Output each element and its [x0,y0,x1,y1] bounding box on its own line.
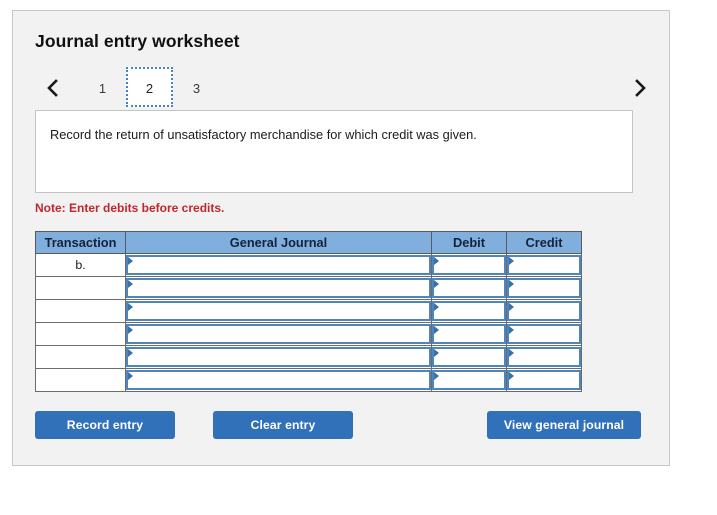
general-journal-input-5[interactable] [126,370,431,390]
debit-input-4[interactable] [432,347,506,367]
table-header-row: Transaction General Journal Debit Credit [35,231,582,254]
transaction-label [35,276,126,300]
credit-cell [506,299,582,323]
instruction-text: Record the return of unsatisfactory merc… [50,127,477,142]
credit-input-3[interactable] [507,324,581,344]
transaction-label: b. [35,253,126,277]
pagination-bar: 1 2 3 [31,67,653,107]
debit-input-3[interactable] [432,324,506,344]
general-journal-cell [125,253,432,277]
debit-cell [431,299,507,323]
general-journal-input-4[interactable] [126,347,431,367]
debit-cell [431,276,507,300]
credit-input-0[interactable] [507,255,581,275]
debit-input-2[interactable] [432,301,506,321]
transaction-label [35,322,126,346]
general-journal-cell [125,276,432,300]
journal-entry-table: Transaction General Journal Debit Credit… [35,231,582,392]
general-journal-cell [125,322,432,346]
dropdown-marker-icon [434,303,439,311]
debit-input-0[interactable] [432,255,506,275]
table-row: b. [35,253,582,277]
debit-cell [431,368,507,392]
table-row [35,299,582,323]
debit-cell [431,322,507,346]
worksheet-panel: Journal entry worksheet 1 2 3 Record the… [12,10,670,466]
pagination-tabs: 1 2 3 [79,67,220,107]
general-journal-input-1[interactable] [126,278,431,298]
table-row [35,322,582,346]
dropdown-marker-icon [434,326,439,334]
table-row [35,276,582,300]
dropdown-marker-icon [128,349,133,357]
record-entry-button[interactable]: Record entry [35,411,175,439]
chevron-left-icon[interactable] [39,67,65,107]
column-header-debit: Debit [431,231,507,254]
credit-cell [506,368,582,392]
general-journal-input-2[interactable] [126,301,431,321]
dropdown-marker-icon [434,280,439,288]
dropdown-marker-icon [128,303,133,311]
general-journal-cell [125,299,432,323]
page-title: Journal entry worksheet [35,31,240,51]
credit-cell [506,322,582,346]
dropdown-marker-icon [128,257,133,265]
dropdown-marker-icon [434,257,439,265]
clear-entry-button[interactable]: Clear entry [213,411,353,439]
credit-input-2[interactable] [507,301,581,321]
transaction-label [35,368,126,392]
general-journal-input-3[interactable] [126,324,431,344]
table-row [35,368,582,392]
chevron-right-icon[interactable] [627,67,653,107]
dropdown-marker-icon [509,257,514,265]
dropdown-marker-icon [128,372,133,380]
pagination-tab-1[interactable]: 1 [79,67,126,107]
dropdown-marker-icon [509,372,514,380]
column-header-transaction: Transaction [35,231,126,254]
pagination-tab-2[interactable]: 2 [126,67,173,107]
transaction-label [35,299,126,323]
dropdown-marker-icon [434,372,439,380]
debit-input-5[interactable] [432,370,506,390]
credit-input-4[interactable] [507,347,581,367]
dropdown-marker-icon [509,303,514,311]
debit-input-1[interactable] [432,278,506,298]
dropdown-marker-icon [509,349,514,357]
column-header-general-journal: General Journal [125,231,432,254]
debits-before-credits-note: Note: Enter debits before credits. [35,201,225,215]
transaction-label [35,345,126,369]
general-journal-cell [125,345,432,369]
general-journal-input-0[interactable] [126,255,431,275]
general-journal-cell [125,368,432,392]
credit-input-1[interactable] [507,278,581,298]
dropdown-marker-icon [128,280,133,288]
column-header-credit: Credit [506,231,582,254]
debit-cell [431,253,507,277]
instruction-box: Record the return of unsatisfactory merc… [35,110,633,193]
credit-cell [506,276,582,300]
dropdown-marker-icon [509,326,514,334]
table-row [35,345,582,369]
debit-cell [431,345,507,369]
credit-cell [506,253,582,277]
dropdown-marker-icon [434,349,439,357]
pagination-tab-3[interactable]: 3 [173,67,220,107]
dropdown-marker-icon [128,326,133,334]
credit-input-5[interactable] [507,370,581,390]
view-general-journal-button[interactable]: View general journal [487,411,641,439]
dropdown-marker-icon [509,280,514,288]
credit-cell [506,345,582,369]
